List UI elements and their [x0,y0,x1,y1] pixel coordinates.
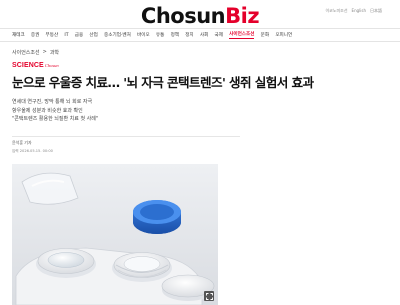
nav-item-stocks[interactable]: 증권 [31,32,39,38]
nav-item-industry[interactable]: 산업 [89,32,97,38]
nav-item-politics[interactable]: 정치 [185,32,193,38]
section-logo-sub: Chosun [44,63,59,68]
main-nav: 재테크 증권 부동산 IT 금융 산업 중소기업·벤처 바이오 유통 정책 정치… [0,28,400,42]
top-link-japanese[interactable]: 日本語 [370,8,382,14]
nav-item-policy[interactable]: 정책 [171,32,179,38]
subhead-1: 연세대 연구진, 망막 통해 뇌 회로 자극 [12,99,93,105]
nav-item-bio[interactable]: 바이오 [137,32,150,38]
publish-date: 입력 2026.05.15. 00:00 [12,149,53,153]
active-underline [229,38,255,39]
nav-item-it[interactable]: IT [64,33,68,38]
top-link-english[interactable]: English [352,8,366,14]
subhead-2: 항우울제 성분과 비슷한 효과 확인 [12,107,83,114]
top-links: 이코노미조선 English 日本語 [325,8,382,14]
breadcrumb: 사이언스조선 > 과학 [12,49,59,56]
logo-text-main: Chosun [140,4,226,28]
contact-lens-case-illustration [12,164,218,305]
top-link-economy[interactable]: 이코노미조선 [325,8,347,14]
byline-divider [12,136,240,137]
nav-item-wealth[interactable]: 재테크 [12,32,25,38]
section-logo-main: SCIENCE [12,62,44,69]
article-photo[interactable] [12,164,218,305]
byline-area: 윤석훈 기자 [12,136,240,146]
nav-item-finance[interactable]: 금융 [75,32,83,38]
breadcrumb-section[interactable]: 사이언스조선 [12,49,40,56]
author-byline[interactable]: 윤석훈 기자 [12,140,240,146]
nav-item-science-label: 사이언스조선 [229,32,255,37]
zoom-expand-glyph [205,292,213,300]
glass-case [21,172,79,205]
science-chosun-logo[interactable]: SCIENCE Chosun [12,62,59,69]
breadcrumb-category[interactable]: 과학 [50,49,59,56]
breadcrumb-separator: > [42,49,47,55]
subhead-3: "콘택트렌즈 활용한 뇌질환 치료 첫 사례" [12,116,99,123]
nav-item-retail[interactable]: 유통 [156,32,164,38]
logo-text-biz: Biz [225,4,260,28]
site-logo[interactable]: Chosun Biz [140,3,260,29]
nav-item-culture[interactable]: 문화 [261,32,269,38]
nav-item-realestate[interactable]: 부동산 [46,32,59,38]
nav-item-international[interactable]: 국제 [214,32,222,38]
nav-item-science[interactable]: 사이언스조선 [229,31,255,39]
article-subheads: 연세대 연구진, 망막 통해 뇌 회로 자극 항우울제 성분과 비슷한 효과 확… [12,98,212,124]
nav-item-society[interactable]: 사회 [200,32,208,38]
nav-item-sme-venture[interactable]: 중소기업·벤처 [104,32,131,38]
nav-item-opinion[interactable]: 오피니언 [275,32,292,38]
article-headline: 눈으로 우울증 치료… '뇌 자극 콘택트렌즈' 생쥐 실험서 효과 [12,75,314,90]
zoom-expand-icon[interactable] [204,291,214,301]
blue-cap [133,200,181,234]
